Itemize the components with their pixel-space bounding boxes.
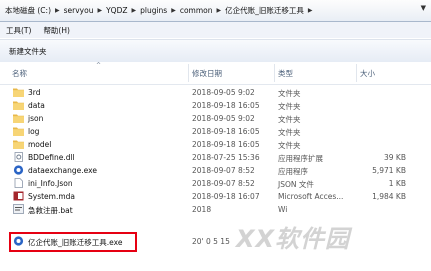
file-type: 文件夹 bbox=[278, 141, 301, 150]
file-name: json bbox=[28, 114, 44, 123]
file-date: 2018-07-25 15:36 bbox=[192, 153, 260, 162]
menu-bar: 工具(T) 帮助(H) bbox=[0, 22, 431, 38]
file-type: JSON 文件 bbox=[278, 180, 314, 189]
breadcrumb: 本地磁盘 (C:) ▶ servyou ▶ YQDZ ▶ plugins ▶ commo… bbox=[4, 4, 316, 17]
file-name: dataexchange.exe bbox=[28, 166, 97, 175]
access-icon bbox=[13, 191, 24, 201]
address-dropdown-icon[interactable]: ▼ bbox=[421, 4, 426, 12]
file-name: BDDefine.dll bbox=[28, 153, 75, 162]
toolbar: 新建文件夹 bbox=[0, 39, 431, 63]
file-type: Wi bbox=[278, 205, 288, 214]
column-header-row: ^ 名称 修改日期 类型 大小 bbox=[0, 62, 431, 85]
file-date: 2018-09-18 16:05 bbox=[192, 101, 260, 110]
folder-icon bbox=[13, 88, 24, 97]
file-type: 文件夹 bbox=[278, 128, 301, 137]
file-date: 2018-09-18 16:05 bbox=[192, 127, 260, 136]
breadcrumb-common[interactable]: common bbox=[179, 6, 214, 15]
file-size: 1 KB bbox=[388, 179, 406, 188]
file-row[interactable]: 3rd 2018-09-05 9:02 文件夹 bbox=[0, 86, 431, 99]
file-name: model bbox=[28, 140, 52, 149]
file-row[interactable]: data 2018-09-18 16:05 文件夹 bbox=[0, 99, 431, 112]
file-row[interactable]: log 2018-09-18 16:05 文件夹 bbox=[0, 125, 431, 138]
file-row[interactable]: 急救注册.bat 2018 Wi bbox=[0, 203, 431, 216]
menu-tools[interactable]: 工具(T) bbox=[0, 25, 37, 36]
breadcrumb-separator-icon[interactable]: ▶ bbox=[171, 7, 176, 14]
folder-icon bbox=[13, 114, 24, 123]
file-row[interactable]: ini_Info.Json 2018-09-07 8:52 JSON 文件 1 … bbox=[0, 177, 431, 190]
watermark: XX软件园 bbox=[236, 225, 351, 253]
new-folder-button[interactable]: 新建文件夹 bbox=[9, 46, 47, 57]
breadcrumb-current-folder[interactable]: 亿企代账_旧账迁移工具 bbox=[224, 5, 305, 16]
folder-icon bbox=[13, 127, 24, 136]
file-type: 文件夹 bbox=[278, 115, 301, 124]
breadcrumb-separator-icon[interactable]: ▶ bbox=[97, 7, 102, 14]
address-bar[interactable]: 本地磁盘 (C:) ▶ servyou ▶ YQDZ ▶ plugins ▶ commo… bbox=[0, 0, 431, 22]
bat-icon bbox=[13, 204, 24, 214]
folder-icon bbox=[13, 140, 24, 149]
file-size: 5,971 KB bbox=[372, 166, 406, 175]
column-divider[interactable] bbox=[188, 64, 189, 82]
file-row[interactable]: json 2018-09-05 9:02 文件夹 bbox=[0, 112, 431, 125]
file-row[interactable]: model 2018-09-18 16:05 文件夹 bbox=[0, 138, 431, 151]
breadcrumb-servyou[interactable]: servyou bbox=[63, 6, 95, 15]
sort-caret-icon: ^ bbox=[96, 62, 102, 69]
file-type: 应用程序扩展 bbox=[278, 154, 323, 163]
file-name: ini_Info.Json bbox=[28, 179, 73, 188]
breadcrumb-separator-icon[interactable]: ▶ bbox=[217, 7, 222, 14]
file-date: 2018-09-18 16:07 bbox=[192, 192, 260, 201]
file-type: Microsoft Acces... bbox=[278, 192, 344, 201]
file-type: 应用程序 bbox=[278, 167, 308, 176]
file-row[interactable]: System.mda 2018-09-18 16:07 Microsoft Ac… bbox=[0, 190, 431, 203]
file-name: log bbox=[28, 127, 40, 136]
file-name: data bbox=[28, 101, 45, 110]
breadcrumb-plugins[interactable]: plugins bbox=[139, 6, 168, 15]
breadcrumb-separator-icon[interactable]: ▶ bbox=[308, 7, 313, 14]
file-icon bbox=[14, 178, 23, 188]
column-header-name[interactable]: 名称 bbox=[12, 68, 27, 79]
breadcrumb-yqdz[interactable]: YQDZ bbox=[105, 6, 128, 15]
file-row[interactable]: dataexchange.exe 2018-09-07 8:52 应用程序 5,… bbox=[0, 164, 431, 177]
dll-icon bbox=[14, 152, 23, 162]
menu-help[interactable]: 帮助(H) bbox=[37, 25, 76, 36]
file-date: 2018-09-18 16:05 bbox=[192, 140, 260, 149]
highlight-box bbox=[9, 232, 137, 252]
column-divider[interactable] bbox=[356, 64, 357, 82]
file-type: 文件夹 bbox=[278, 89, 301, 98]
file-name: System.mda bbox=[28, 192, 76, 201]
breadcrumb-drive[interactable]: 本地磁盘 (C:) bbox=[4, 5, 52, 16]
file-date: 2018-09-05 9:02 bbox=[192, 114, 255, 123]
file-size: 1,984 KB bbox=[372, 192, 406, 201]
file-type: 文件夹 bbox=[278, 102, 301, 111]
exe-icon bbox=[13, 165, 24, 175]
file-date: 2018 bbox=[192, 205, 212, 214]
file-date: 2018-09-05 9:02 bbox=[192, 88, 255, 97]
column-header-date[interactable]: 修改日期 bbox=[192, 68, 222, 79]
file-date: 2018-09-07 8:52 bbox=[192, 166, 255, 175]
breadcrumb-separator-icon[interactable]: ▶ bbox=[131, 7, 136, 14]
file-row[interactable]: BDDefine.dll 2018-07-25 15:36 应用程序扩展 39 … bbox=[0, 151, 431, 164]
column-header-type[interactable]: 类型 bbox=[278, 68, 293, 79]
file-name: 急救注册.bat bbox=[28, 206, 73, 215]
column-divider[interactable] bbox=[274, 64, 275, 82]
file-date: 20' 0 5 15 bbox=[192, 237, 230, 246]
breadcrumb-separator-icon[interactable]: ▶ bbox=[55, 7, 60, 14]
folder-icon bbox=[13, 101, 24, 110]
file-name: 3rd bbox=[28, 88, 41, 97]
file-size: 39 KB bbox=[384, 153, 406, 162]
column-header-size[interactable]: 大小 bbox=[360, 68, 375, 79]
file-date: 2018-09-07 8:52 bbox=[192, 179, 255, 188]
